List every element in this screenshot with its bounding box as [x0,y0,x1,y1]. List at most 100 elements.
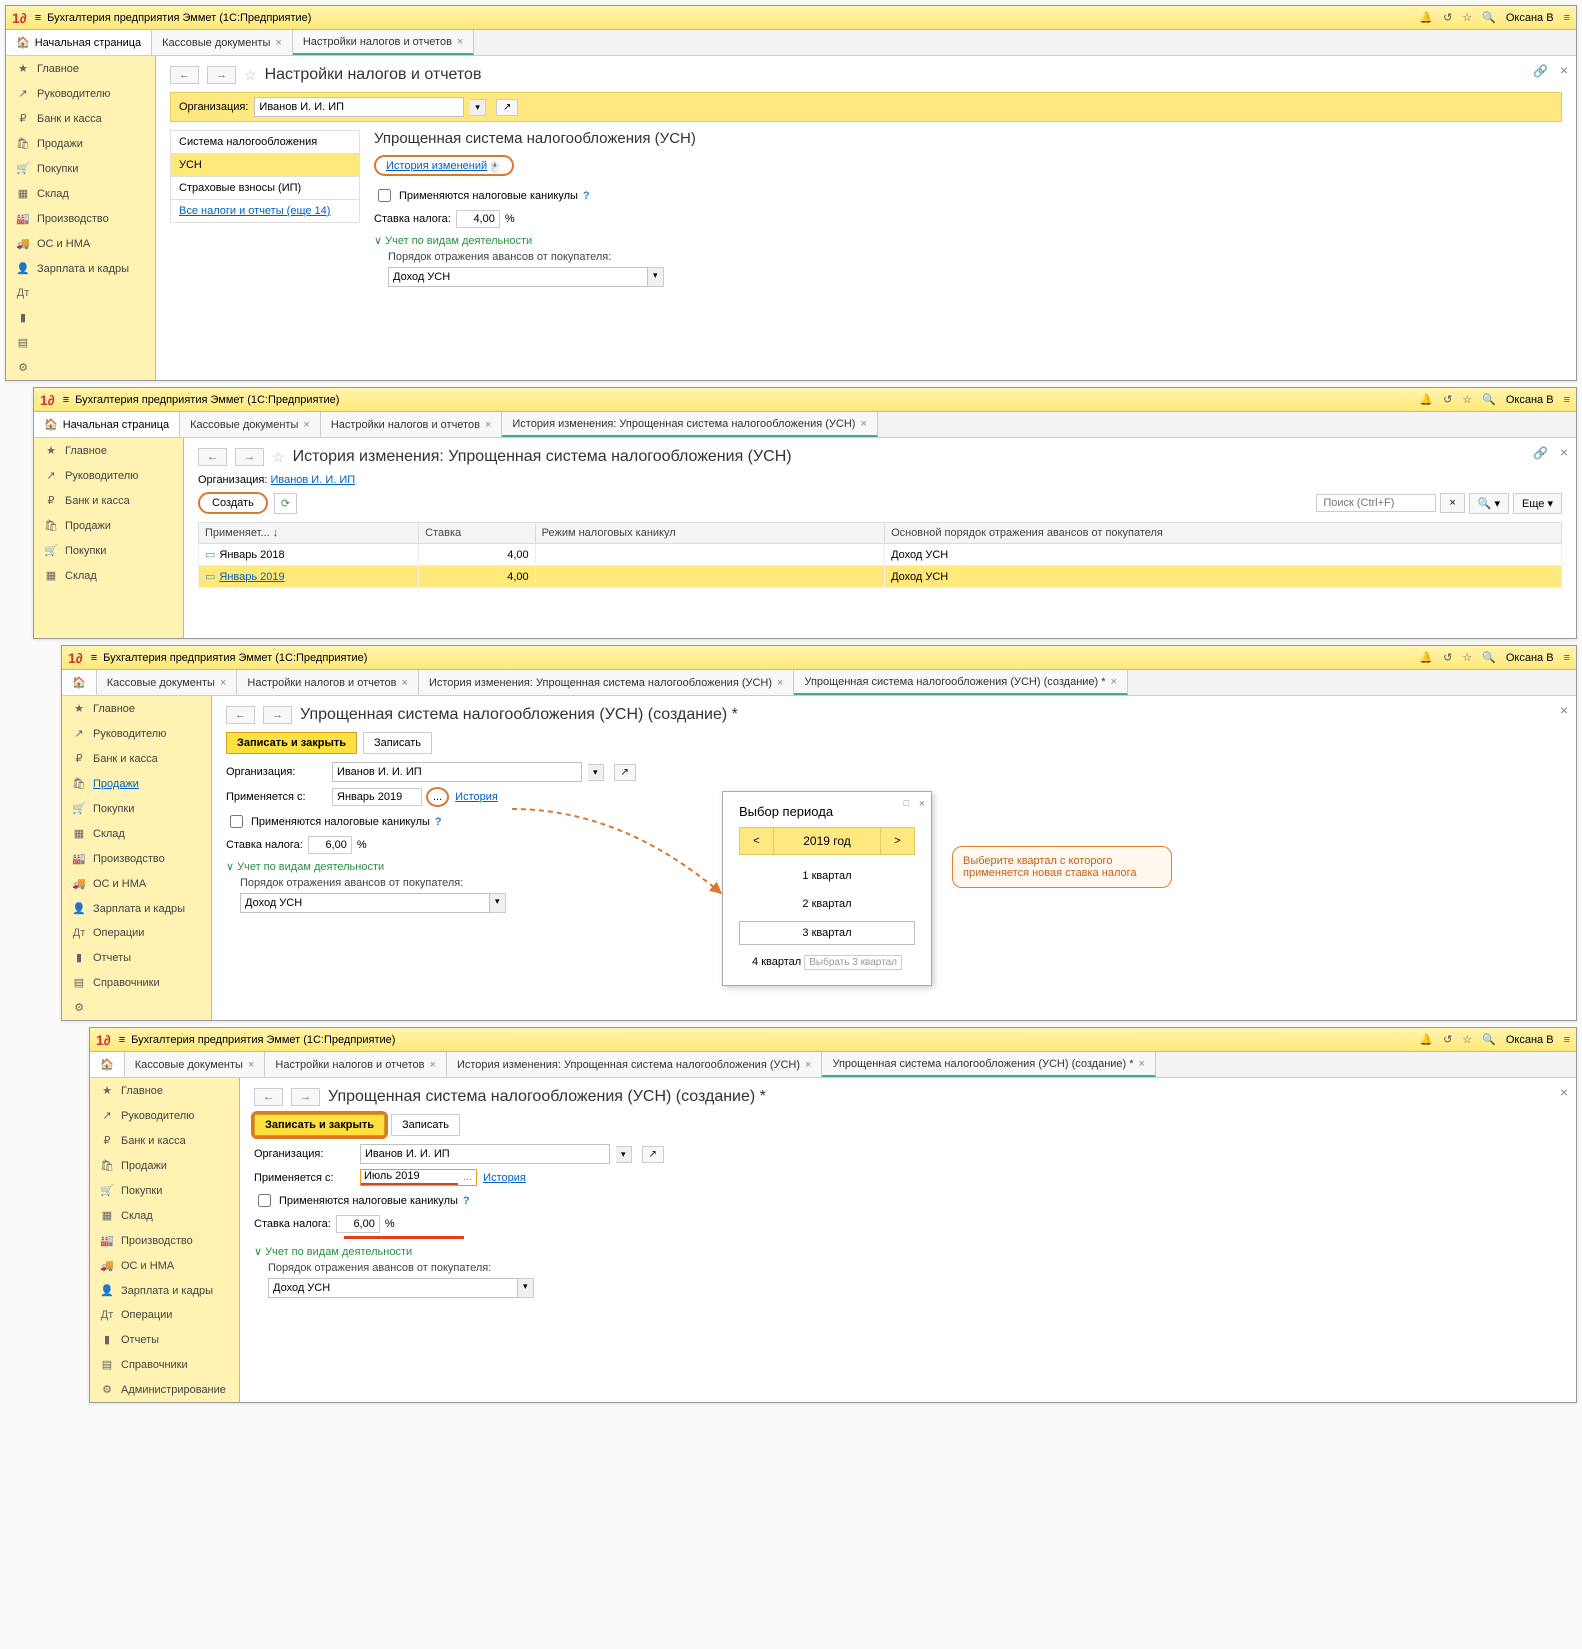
sidebar-item-main[interactable]: ★Главное [62,696,211,721]
close-icon[interactable]: × [919,798,925,810]
clear-search-button[interactable]: × [1440,493,1464,513]
sidebar-item-assets[interactable]: 🚚ОС и НМА [62,871,211,896]
bell-icon[interactable]: 🔔 [1419,393,1433,406]
sidebar-item-hr[interactable]: 👤Зарплата и кадры [62,896,211,921]
more-button[interactable]: Еще ▾ [1513,493,1562,514]
hamburger-icon[interactable]: ≡ [91,652,97,664]
home-tab[interactable]: 🏠 [90,1052,125,1077]
sidebar-item-warehouse[interactable]: ▦Склад [62,821,211,846]
org-input[interactable]: Иванов И. И. ИП [360,1144,610,1164]
close-icon[interactable]: × [457,36,463,48]
sidebar-item-sales[interactable]: 🛍Продажи [62,771,211,796]
bell-icon[interactable]: 🔔 [1419,11,1433,24]
sidebar-item-bank[interactable]: ₽Банк и касса [62,746,211,771]
close-icon[interactable]: × [1111,676,1117,688]
sidebar-item-purchase[interactable]: 🛒Покупки [34,538,183,563]
favorite-icon[interactable]: ☆ [272,449,285,466]
nav-back-button[interactable]: ← [226,706,255,724]
star-icon[interactable]: ☆ [1462,1033,1472,1046]
tab-create[interactable]: Упрощенная система налогообложения (УСН)… [794,670,1127,695]
sidebar-item-production[interactable]: 🏭Производство [62,846,211,871]
tab-settings[interactable]: Настройки налогов и отчетов× [321,412,503,437]
nav-back-button[interactable]: ← [170,66,199,84]
advance-combo[interactable]: Доход УСН [388,267,648,287]
quarter-4[interactable]: 4 квартал Выбрать 3 квартал [739,951,915,973]
tab-history[interactable]: История изменения: Упрощенная система на… [447,1052,823,1077]
sidebar-item-production[interactable]: 🏭Производство [6,206,155,231]
org-link[interactable]: Иванов И. И. ИП [270,474,355,486]
bell-icon[interactable]: 🔔 [1419,1033,1433,1046]
nav-forward-button[interactable]: → [235,448,264,466]
rate-input[interactable] [336,1215,380,1233]
save-close-button[interactable]: Записать и закрыть [254,1114,385,1136]
advance-combo[interactable]: Доход УСН [240,893,490,913]
sidebar-item-admin[interactable]: ⚙ [6,355,155,380]
sidebar-item-purchase[interactable]: 🛒Покупки [62,796,211,821]
sidebar-item-sales[interactable]: 🛍Продажи [90,1153,239,1178]
col-regime[interactable]: Режим налоговых каникул [535,523,884,544]
menu-icon[interactable]: ≡ [1564,1034,1570,1046]
open-button[interactable]: ↗ [496,99,518,116]
minimize-icon[interactable]: □ [904,798,909,808]
sidebar-item-operations[interactable]: Дт [6,281,155,305]
col-order[interactable]: Основной порядок отражения авансов от по… [885,523,1562,544]
sidebar-item-warehouse[interactable]: ▦Склад [6,181,155,206]
quarter-3[interactable]: 3 квартал [739,921,915,945]
search-input[interactable] [1316,494,1436,512]
tab-settings[interactable]: Настройки налогов и отчетов× [237,670,419,695]
sidebar-item-bank[interactable]: ₽Банк и касса [90,1128,239,1153]
org-input[interactable]: Иванов И. И. ИП [332,762,582,782]
open-button[interactable]: ↗ [614,764,636,781]
open-button[interactable]: ↗ [642,1146,664,1163]
menu-icon[interactable]: ≡ [1564,394,1570,406]
sidebar-item-purchase[interactable]: 🛒Покупки [6,156,155,181]
hamburger-icon[interactable]: ≡ [35,12,41,24]
dropdown-icon[interactable]: ▾ [518,1278,534,1298]
close-icon[interactable]: × [430,1059,436,1071]
tab-create[interactable]: Упрощенная система налогообложения (УСН)… [822,1052,1155,1077]
tab-kassa[interactable]: Кассовые документы× [97,670,238,695]
help-icon[interactable]: ? [583,190,590,202]
link-icon[interactable]: 🔗 [1533,446,1548,460]
close-icon[interactable]: × [777,677,783,689]
dropdown-icon[interactable]: ▾ [490,893,506,913]
star-icon[interactable]: ☆ [1462,11,1472,24]
col-applied[interactable]: Применяет... ↓ [199,523,419,544]
save-button[interactable]: Записать [391,1114,460,1136]
search-icon[interactable]: 🔍 [1482,651,1496,664]
nav-back-button[interactable]: ← [254,1088,283,1106]
save-button[interactable]: Записать [363,732,432,754]
dropdown-icon[interactable]: ▾ [648,267,664,287]
sidebar-item-director[interactable]: ↗Руководителю [90,1103,239,1128]
sidebar-item-main[interactable]: ★Главное [6,56,155,81]
nav-forward-button[interactable]: → [207,66,236,84]
history-icon[interactable]: ↺ [1443,1033,1452,1046]
history-link[interactable]: История изменений [386,160,487,172]
close-icon[interactable]: × [402,677,408,689]
close-icon[interactable]: × [1560,62,1568,78]
history-link[interactable]: История [483,1172,526,1184]
tax-nav-insurance[interactable]: Страховые взносы (ИП) [170,176,360,200]
tax-holiday-checkbox[interactable] [230,815,243,828]
star-icon[interactable]: ☆ [1462,651,1472,664]
link-icon[interactable]: 🔗 [1533,64,1548,78]
nav-forward-button[interactable]: → [291,1088,320,1106]
rate-input[interactable] [456,210,500,228]
sidebar-item-main[interactable]: ★Главное [90,1078,239,1103]
close-icon[interactable]: × [1139,1058,1145,1070]
sidebar-item-assets[interactable]: 🚚ОС и НМА [6,231,155,256]
sidebar-item-sales[interactable]: 🛍Продажи [6,131,155,156]
home-tab[interactable]: 🏠Начальная страница [34,412,180,437]
sidebar-item-reports[interactable]: ▮ [6,305,155,330]
close-icon[interactable]: × [1560,702,1568,718]
sidebar-item-sales[interactable]: 🛍Продажи [34,513,183,538]
close-icon[interactable]: × [275,37,281,49]
col-rate[interactable]: Ставка [419,523,535,544]
sidebar-item-director[interactable]: ↗Руководителю [62,721,211,746]
dropdown-icon[interactable]: ▾ [616,1146,632,1163]
close-icon[interactable]: × [860,418,866,430]
create-button[interactable]: Создать [198,492,268,514]
search-button[interactable]: 🔍 ▾ [1469,493,1509,514]
menu-icon[interactable]: ≡ [1564,12,1570,24]
tax-holiday-checkbox[interactable] [258,1194,271,1207]
